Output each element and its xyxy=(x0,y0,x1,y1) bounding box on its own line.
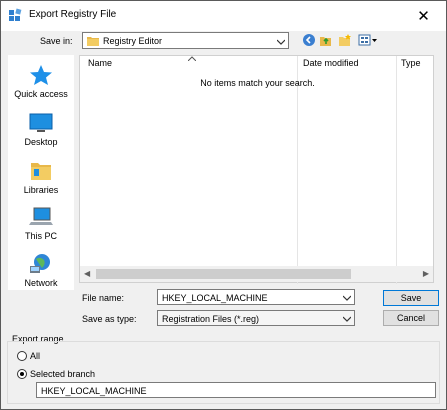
place-this-pc[interactable]: This PC xyxy=(8,205,74,241)
back-icon[interactable] xyxy=(302,33,316,47)
chevron-down-icon xyxy=(343,295,351,301)
place-label: Desktop xyxy=(24,137,58,147)
libraries-icon xyxy=(31,163,51,180)
empty-message: No items match your search. xyxy=(200,78,315,88)
column-separator xyxy=(396,56,397,284)
column-header-date-modified[interactable]: Date modified xyxy=(303,58,359,68)
place-desktop[interactable]: Desktop xyxy=(8,111,74,147)
selected-branch-input[interactable]: HKEY_LOCAL_MACHINE xyxy=(36,382,436,398)
horizontal-scrollbar[interactable]: ◀ ▶ xyxy=(80,266,433,282)
place-network[interactable]: Network xyxy=(8,252,74,288)
place-libraries[interactable]: Libraries xyxy=(8,159,74,195)
save-in-label: Save in: xyxy=(40,36,73,46)
radio-selected-branch[interactable] xyxy=(17,369,27,379)
sort-up-icon xyxy=(188,56,196,61)
chevron-down-icon xyxy=(277,39,285,45)
computer-icon xyxy=(29,207,53,225)
close-icon: ✕ xyxy=(417,8,430,25)
scroll-left-icon[interactable]: ◀ xyxy=(84,269,90,278)
place-label: Quick access xyxy=(14,89,68,99)
radio-all-label[interactable]: All xyxy=(30,351,40,361)
up-folder-icon[interactable] xyxy=(319,33,333,47)
save-as-type-label: Save as type: xyxy=(82,314,137,324)
selected-branch-value: HKEY_LOCAL_MACHINE xyxy=(41,386,147,396)
scrollbar-thumb[interactable] xyxy=(96,269,351,279)
file-name-input[interactable]: HKEY_LOCAL_MACHINE xyxy=(157,289,355,305)
place-label: Network xyxy=(24,278,58,288)
cancel-button[interactable]: Cancel xyxy=(383,310,439,326)
place-label: Libraries xyxy=(23,185,59,195)
view-menu-icon[interactable] xyxy=(358,33,378,47)
registry-editor-icon xyxy=(9,8,22,21)
save-as-type-dropdown[interactable]: Registration Files (*.reg) xyxy=(157,310,355,326)
file-name-label: File name: xyxy=(82,293,125,303)
place-label: This PC xyxy=(24,231,57,241)
network-icon xyxy=(30,254,50,273)
file-name-value: HKEY_LOCAL_MACHINE xyxy=(162,293,268,303)
column-header-name[interactable]: Name xyxy=(88,58,112,68)
save-button[interactable]: Save xyxy=(383,290,439,306)
chevron-down-icon xyxy=(343,316,351,322)
close-button[interactable]: ✕ xyxy=(401,1,446,31)
place-quick-access[interactable]: Quick access xyxy=(8,63,74,99)
file-list[interactable]: Name Date modified Type No items match y… xyxy=(79,55,434,284)
save-in-dropdown[interactable]: Registry Editor xyxy=(82,32,289,49)
title-bar: Export Registry File ✕ xyxy=(1,1,446,31)
scroll-right-icon[interactable]: ▶ xyxy=(423,269,429,278)
radio-selected-branch-label[interactable]: Selected branch xyxy=(30,369,95,379)
save-as-type-value: Registration Files (*.reg) xyxy=(162,314,260,324)
radio-all[interactable] xyxy=(17,351,27,361)
new-folder-icon[interactable] xyxy=(338,33,352,47)
column-separator xyxy=(297,56,298,284)
star-icon xyxy=(30,65,52,85)
folder-icon xyxy=(87,37,99,46)
places-bar: Quick access Desktop Libraries This PC N… xyxy=(8,55,74,290)
export-registry-dialog: Export Registry File ✕ Save in: Registry… xyxy=(0,0,447,410)
save-in-value: Registry Editor xyxy=(103,36,163,46)
desktop-icon xyxy=(29,113,53,132)
column-header-type[interactable]: Type xyxy=(401,58,421,68)
window-title: Export Registry File xyxy=(29,9,117,20)
radio-selected-dot xyxy=(20,372,24,376)
